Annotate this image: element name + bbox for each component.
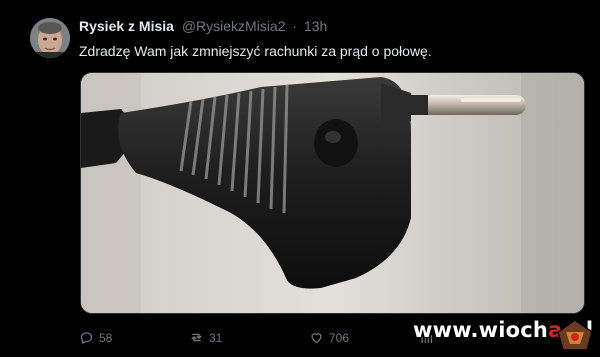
reply-icon [80, 332, 93, 345]
avatar[interactable] [30, 18, 70, 58]
avatar-image [30, 18, 70, 58]
tweet-text: Zdradzę Wam jak zmniejszyć rachunki za p… [79, 43, 432, 59]
electric-plug-photo [81, 73, 584, 313]
tweet-header: Rysiek z Misia @RysiekzMisia2 · 13h [79, 18, 327, 34]
retweet-button[interactable]: 31 [189, 330, 222, 345]
like-button[interactable]: 706 [309, 330, 349, 345]
tweet-timestamp[interactable]: 13h [304, 18, 327, 34]
heart-icon [311, 333, 322, 344]
tweet: Rysiek z Misia @RysiekzMisia2 · 13h Zdra… [0, 0, 600, 356]
tweet-media[interactable] [80, 72, 585, 314]
watermark-logo-icon [556, 318, 594, 352]
reply-count: 58 [99, 330, 113, 345]
reply-button[interactable]: 58 [79, 330, 112, 345]
retweet-count: 31 [209, 330, 223, 345]
author-handle[interactable]: @RysiekzMisia2 [182, 18, 286, 34]
retweet-icon [191, 333, 202, 342]
like-count: 706 [329, 330, 350, 345]
separator-dot: · [292, 18, 298, 34]
author-name[interactable]: Rysiek z Misia [79, 18, 174, 34]
watermark-text-main: www.wioch [413, 318, 549, 342]
